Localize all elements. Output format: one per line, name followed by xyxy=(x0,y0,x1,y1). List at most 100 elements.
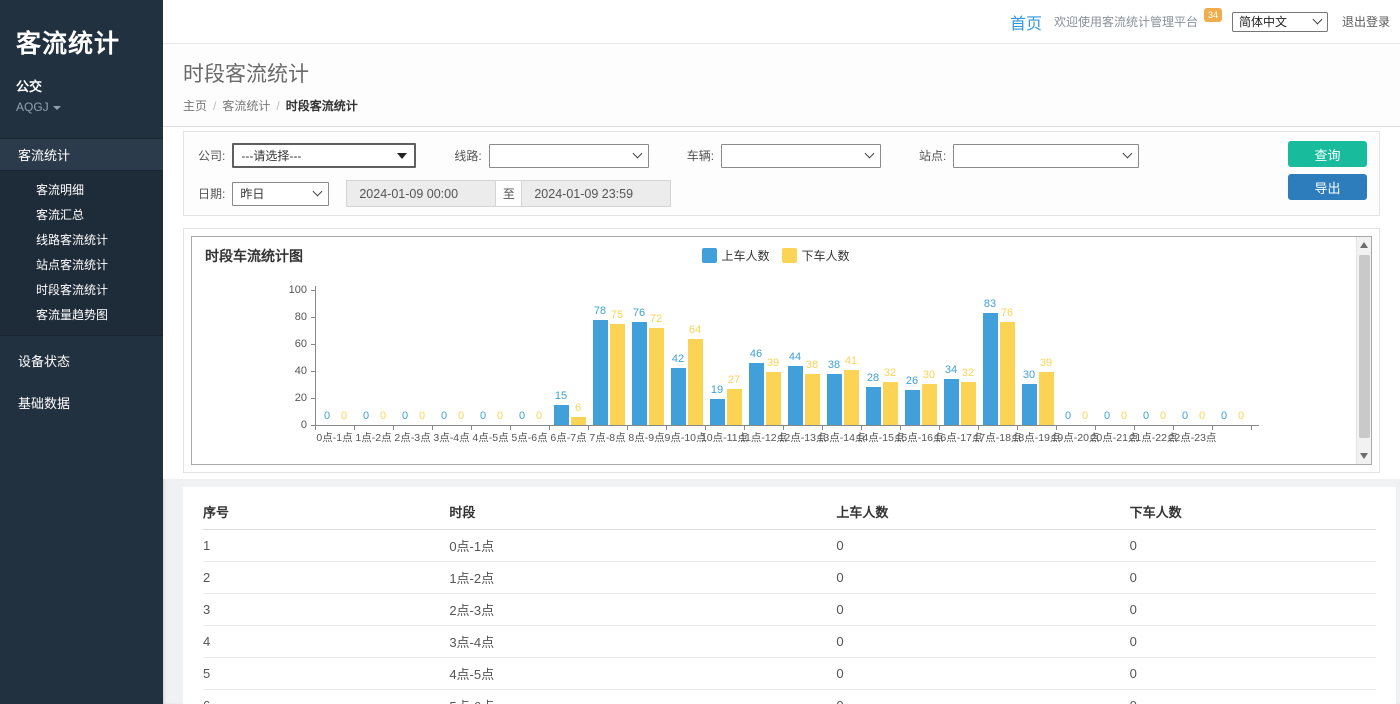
table-cell: 0 xyxy=(1130,626,1376,658)
bar-value-label: 76 xyxy=(990,307,1024,319)
table-cell: 1 xyxy=(203,530,449,562)
sidebar-submenu: 客流明细客流汇总线路客流统计站点客流统计时段客流统计客流量趋势图 xyxy=(0,171,163,336)
alighting-bar xyxy=(610,324,625,425)
boarding-bar xyxy=(1022,384,1037,425)
sidebar-item[interactable]: 时段客流统计 xyxy=(0,278,163,303)
table-header-cell: 下车人数 xyxy=(1130,493,1376,530)
y-tick xyxy=(311,398,315,399)
caret-down-icon xyxy=(397,153,407,159)
date-end-input[interactable]: 2024-01-09 23:59 xyxy=(521,180,671,207)
sidebar: 客流统计 公交 AQGJ 客流统计 客流明细客流汇总线路客流统计站点客流统计时段… xyxy=(0,0,163,704)
logout-link[interactable]: 退出登录 xyxy=(1342,13,1390,30)
y-tick xyxy=(311,344,315,345)
company-label: 公司: xyxy=(198,147,225,164)
sidebar-item[interactable]: 客流量趋势图 xyxy=(0,303,163,328)
table-cell: 0 xyxy=(1130,690,1376,704)
page-title: 时段客流统计 xyxy=(183,58,1380,88)
scrollbar-thumb[interactable] xyxy=(1359,255,1370,438)
boarding-bar xyxy=(593,320,608,425)
sidebar-item[interactable]: 线路客流统计 xyxy=(0,228,163,253)
alighting-bar xyxy=(727,389,742,425)
bar-chart: 020406080100000点-1点001点-2点002点-3点003点-4点… xyxy=(192,237,1355,464)
filter-row-2: 日期: 昨日 2024-01-09 00:00 至 2024-01-09 23:… xyxy=(198,180,1365,207)
table-cell: 0 xyxy=(836,690,1129,704)
app-title: 客流统计 xyxy=(16,24,147,60)
table-row: 21点-2点00 xyxy=(203,562,1376,594)
vehicle-select[interactable] xyxy=(721,144,881,168)
table-cell: 0 xyxy=(836,594,1129,626)
vehicle-filter: 车辆: xyxy=(687,144,881,168)
station-select[interactable] xyxy=(953,144,1139,168)
org-selector[interactable]: AQGJ xyxy=(16,100,147,114)
boarding-bar xyxy=(944,379,959,425)
boarding-bar xyxy=(671,368,686,425)
company-select[interactable]: ---请选择--- xyxy=(232,143,416,168)
language-select[interactable]: 简体中文 xyxy=(1232,12,1328,32)
export-button[interactable]: 导出 xyxy=(1288,174,1367,200)
breadcrumb-item[interactable]: 客流统计 xyxy=(222,99,270,113)
bar-value-label: 6 xyxy=(561,402,595,414)
table-body: 10点-1点0021点-2点0032点-3点0043点-4点0054点-5点00… xyxy=(203,530,1376,704)
boarding-bar xyxy=(866,387,881,425)
breadcrumb-item[interactable]: 主页 xyxy=(183,99,207,113)
table-header-cell: 上车人数 xyxy=(836,493,1129,530)
content-top: 公司: ---请选择--- 线路: 车辆: xyxy=(163,127,1400,479)
table-cell: 4 xyxy=(203,626,449,658)
action-buttons: 查询 导出 xyxy=(1288,141,1367,200)
boarding-bar xyxy=(905,390,920,425)
y-tick-label: 0 xyxy=(277,419,307,431)
chart-vertical-scrollbar[interactable] xyxy=(1356,237,1371,464)
table-panel: 序号时段上车人数下车人数 10点-1点0021点-2点0032点-3点0043点… xyxy=(183,487,1396,704)
alighting-bar xyxy=(688,339,703,425)
table-row: 54点-5点00 xyxy=(203,658,1376,690)
alighting-bar xyxy=(883,382,898,425)
y-tick xyxy=(311,290,315,291)
alighting-bar xyxy=(571,417,586,425)
table-cell: 0 xyxy=(1130,530,1376,562)
scroll-down-arrow-icon[interactable] xyxy=(1360,453,1368,459)
query-button[interactable]: 查询 xyxy=(1288,141,1367,167)
date-start-input[interactable]: 2024-01-09 00:00 xyxy=(346,180,496,207)
sidebar-item[interactable]: 站点客流统计 xyxy=(0,253,163,278)
x-tick-label: 2点-3点 xyxy=(394,430,430,445)
table-cell: 5点-6点 xyxy=(449,690,836,704)
table-header-cell: 序号 xyxy=(203,493,449,530)
table-cell: 3 xyxy=(203,594,449,626)
table-cell: 0 xyxy=(836,562,1129,594)
chevron-down-icon xyxy=(865,149,875,159)
line-select[interactable] xyxy=(489,144,649,168)
home-link[interactable]: 首页 xyxy=(1010,10,1042,34)
x-tick-label: 7点-8点 xyxy=(589,430,625,445)
sidebar-item-device-status[interactable]: 设备状态 xyxy=(0,345,163,378)
welcome-text: 欢迎使用客流统计管理平台 xyxy=(1054,13,1198,30)
breadcrumb: 主页/客流统计/时段客流统计 xyxy=(183,97,1380,114)
table-cell: 1点-2点 xyxy=(449,562,836,594)
notification-badge[interactable]: 34 xyxy=(1204,8,1222,22)
line-filter: 线路: xyxy=(454,144,648,168)
x-tick xyxy=(1251,426,1252,430)
date-preset-select[interactable]: 昨日 xyxy=(232,182,329,206)
alighting-bar xyxy=(649,328,664,425)
x-tick-label: 8点-9点 xyxy=(628,430,664,445)
table-cell: 0点-1点 xyxy=(449,530,836,562)
boarding-bar xyxy=(827,374,842,425)
bar-value-label: 27 xyxy=(717,374,751,386)
sidebar-menu: 客流统计 客流明细客流汇总线路客流统计站点客流统计时段客流统计客流量趋势图 设备… xyxy=(0,138,163,420)
scroll-up-arrow-icon[interactable] xyxy=(1360,242,1368,248)
date-range: 2024-01-09 00:00 至 2024-01-09 23:59 xyxy=(346,180,671,207)
y-tick-label: 80 xyxy=(277,311,307,323)
bar-value-label: 72 xyxy=(639,313,673,325)
sidebar-item-base-data[interactable]: 基础数据 xyxy=(0,387,163,420)
bar-value-label: 39 xyxy=(1029,357,1063,369)
line-label: 线路: xyxy=(454,147,481,164)
main-area: 首页 欢迎使用客流统计管理平台 34 简体中文 退出登录 时段客流统计 主页/客… xyxy=(163,0,1400,704)
sidebar-item[interactable]: 客流汇总 xyxy=(0,203,163,228)
x-tick xyxy=(1212,426,1213,430)
x-tick-label: 4点-5点 xyxy=(472,430,508,445)
table-header-row: 序号时段上车人数下车人数 xyxy=(203,493,1376,530)
sidebar-group-passenger-stats[interactable]: 客流统计 xyxy=(0,138,163,171)
y-axis xyxy=(315,286,316,425)
x-tick-label: 6点-7点 xyxy=(550,430,586,445)
sidebar-item[interactable]: 客流明细 xyxy=(0,178,163,203)
bar-value-label: 41 xyxy=(834,355,868,367)
